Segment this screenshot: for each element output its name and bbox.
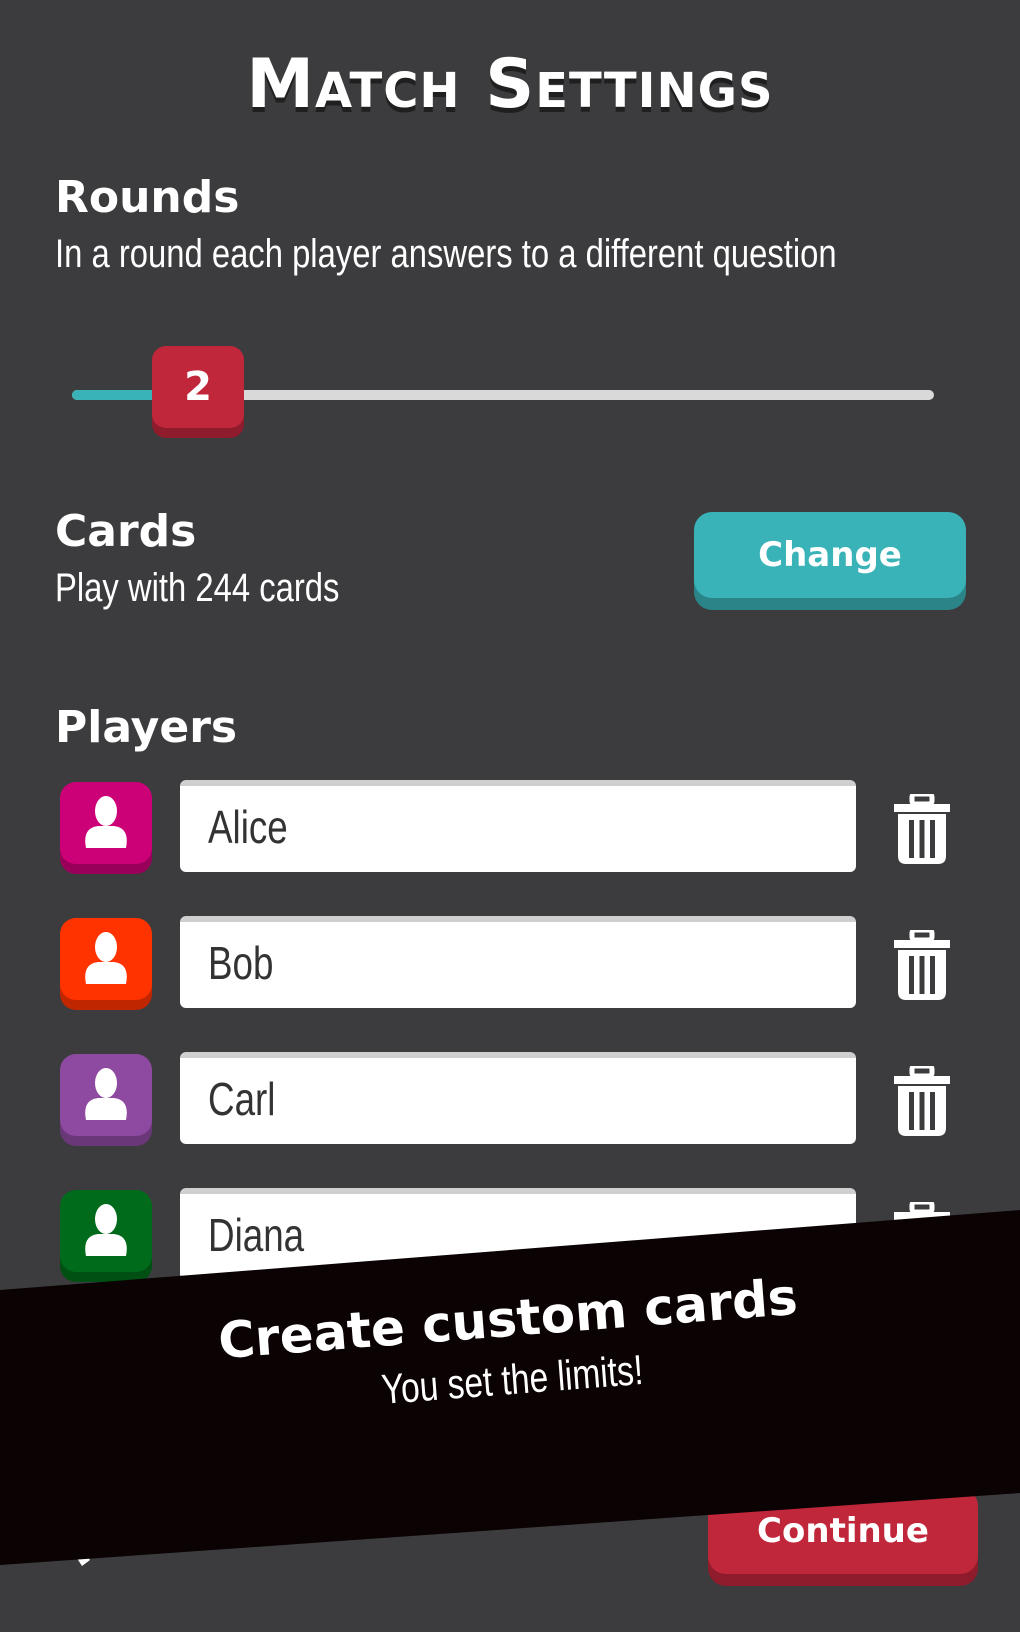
rounds-description: In a round each player answers to a diff… (55, 232, 837, 276)
person-icon (85, 932, 127, 984)
person-icon (85, 1204, 127, 1256)
rounds-slider-handle[interactable]: 2 (152, 346, 244, 428)
player-name-input[interactable]: Alice (180, 780, 856, 872)
player-name: Bob (208, 937, 274, 989)
player-name: Carl (208, 1073, 276, 1125)
cards-description: Play with 244 cards (55, 566, 340, 610)
player-name-input[interactable]: Bob (180, 916, 856, 1008)
players-heading: Players (55, 702, 238, 753)
change-cards-button[interactable]: Change (694, 512, 966, 598)
player-name: Diana (208, 1209, 305, 1261)
player-avatar[interactable] (60, 1190, 152, 1272)
person-icon (85, 1068, 127, 1120)
person-icon (85, 796, 127, 848)
player-avatar[interactable] (60, 1054, 152, 1136)
page-title: Match Settings (246, 45, 774, 124)
delete-player-trash-icon[interactable] (892, 791, 952, 870)
player-name: Alice (208, 801, 288, 853)
delete-player-trash-icon[interactable] (892, 927, 952, 1006)
rounds-heading: Rounds (55, 172, 240, 223)
cards-heading: Cards (55, 506, 197, 557)
player-avatar[interactable] (60, 918, 152, 1000)
player-name-input[interactable]: Carl (180, 1052, 856, 1144)
delete-player-trash-icon[interactable] (892, 1063, 952, 1142)
player-avatar[interactable] (60, 782, 152, 864)
